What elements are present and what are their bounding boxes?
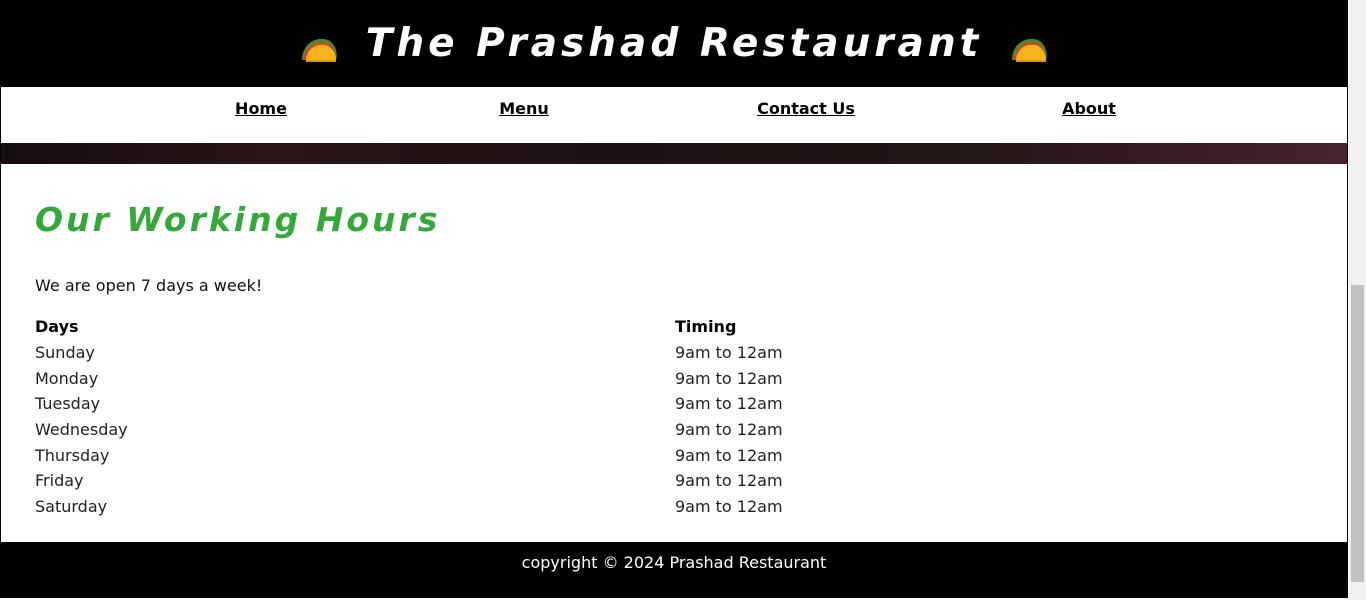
table-row: Tuesday 9am to 12am (35, 391, 1315, 417)
site-header: The Prashad Restaurant (1, 0, 1347, 87)
timing-cell: 9am to 12am (675, 368, 783, 388)
timing-cell: 9am to 12am (675, 420, 783, 440)
site-footer: copyright © 2024 Prashad Restaurant (1, 542, 1347, 597)
hours-table: Days Timing Sunday 9am to 12am Monday 9a… (35, 314, 1315, 520)
timing-cell: 9am to 12am (675, 497, 783, 517)
section-heading: Our Working Hours (35, 200, 441, 239)
table-row: Friday 9am to 12am (35, 468, 1315, 494)
day-cell: Monday (35, 368, 99, 388)
day-cell: Tuesday (35, 394, 101, 414)
day-cell: Sunday (35, 343, 95, 363)
table-row: Sunday 9am to 12am (35, 340, 1315, 366)
scrollbar-thumb[interactable] (1351, 285, 1364, 582)
column-header-timing: Timing (675, 317, 737, 337)
nav-link-contact-us[interactable]: Contact Us (757, 99, 855, 118)
day-cell: Friday (35, 471, 84, 491)
day-cell: Thursday (35, 445, 110, 465)
taco-icon (298, 30, 340, 66)
nav-link-home[interactable]: Home (235, 99, 287, 118)
table-row: Thursday 9am to 12am (35, 442, 1315, 468)
main-nav: Home Menu Contact Us About (1, 87, 1347, 143)
taco-icon (1008, 30, 1050, 66)
timing-cell: 9am to 12am (675, 445, 783, 465)
nav-link-menu[interactable]: Menu (499, 99, 549, 118)
hero-image (1, 143, 1347, 164)
timing-cell: 9am to 12am (675, 394, 783, 414)
day-cell: Wednesday (35, 420, 128, 440)
table-header-row: Days Timing (35, 314, 1315, 340)
intro-text: We are open 7 days a week! (35, 276, 263, 295)
nav-link-about[interactable]: About (1062, 99, 1116, 118)
day-cell: Saturday (35, 497, 108, 517)
timing-cell: 9am to 12am (675, 471, 783, 491)
vertical-scrollbar[interactable] (1349, 0, 1366, 600)
table-row: Wednesday 9am to 12am (35, 417, 1315, 443)
site-title: The Prashad Restaurant (365, 21, 983, 66)
page: The Prashad Restaurant Home Menu Contact… (0, 0, 1348, 598)
table-row: Monday 9am to 12am (35, 365, 1315, 391)
table-row: Saturday 9am to 12am (35, 494, 1315, 520)
column-header-days: Days (35, 317, 79, 337)
copyright-text: copyright © 2024 Prashad Restaurant (521, 553, 827, 572)
timing-cell: 9am to 12am (675, 343, 783, 363)
